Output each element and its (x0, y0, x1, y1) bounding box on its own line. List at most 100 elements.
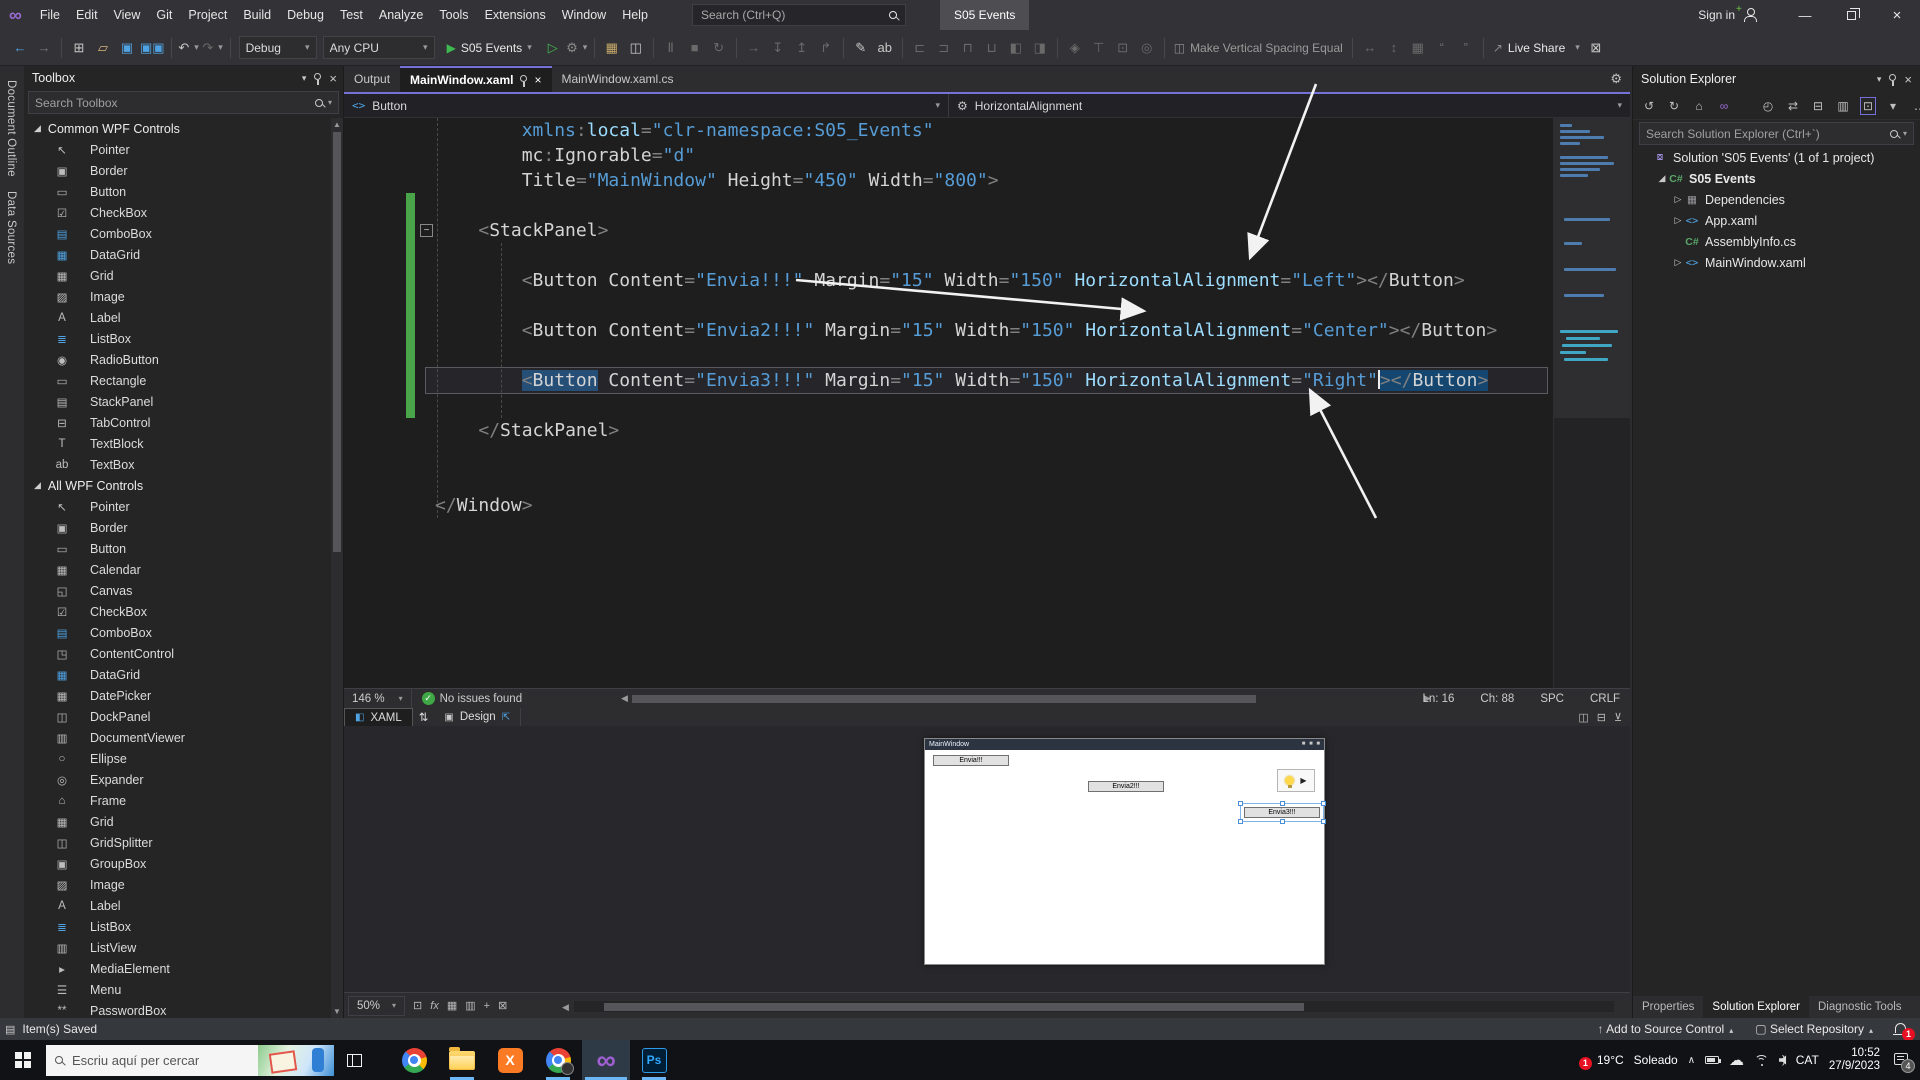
toolbox-item-radiobutton[interactable]: ◉ RadioButton (24, 349, 331, 370)
scroll-left-icon[interactable]: ◀ (621, 693, 628, 704)
solution-toolbar-icon[interactable]: ⊟ (1810, 99, 1826, 113)
toolbar-icon[interactable]: ◈ (1064, 36, 1086, 60)
toolbox-item-frame[interactable]: ⌂ Frame (24, 790, 331, 811)
scrollbar-map[interactable] (1553, 118, 1630, 688)
toolbox-item-label[interactable]: A Label (24, 307, 331, 328)
tree-item-solution-s05-events-1-of-1-project[interactable]: ⧇ Solution 'S05 Events' (1 of 1 project) (1633, 147, 1920, 168)
toolbar-icon[interactable]: ⊐ (933, 36, 955, 60)
menu-test[interactable]: Test (332, 0, 371, 30)
code-editor[interactable]: − xmlns:local="clr-namespace:S05_Events"… (344, 83, 1630, 688)
clock[interactable]: 10:52 27/9/2023 (1829, 1047, 1880, 1074)
code-line[interactable]: xmlns:local="clr-namespace:S05_Events" (435, 118, 934, 143)
code-line[interactable]: </StackPanel> (435, 418, 619, 443)
toolbox-item-gridsplitter[interactable]: ◫ GridSplitter (24, 832, 331, 853)
tab-xaml-view[interactable]: ◧ XAML (344, 708, 413, 726)
language-indicator[interactable]: CAT (1796, 1053, 1819, 1067)
toolbar-icon[interactable]: ◧ (1005, 36, 1027, 60)
toolbar-icon[interactable]: → (33, 36, 55, 60)
toolbox-item-tabcontrol[interactable]: ⊟ TabControl (24, 412, 331, 433)
solution-toolbar-icon[interactable]: ▥ (1835, 99, 1851, 113)
toolbox-item-expander[interactable]: ◎ Expander (24, 769, 331, 790)
toolbox-item-checkbox[interactable]: ☑ CheckBox (24, 202, 331, 223)
taskbar-search-box[interactable]: Escriu aquí per cercar (46, 1044, 334, 1076)
panel-menu-icon[interactable]: ▾ (1877, 74, 1882, 85)
toolbar-icon[interactable]: ⊓ (957, 36, 979, 60)
toolbar-icon[interactable]: ↱ (815, 36, 837, 60)
toolbar-icon[interactable]: ▦ (601, 36, 623, 60)
toolbar-icon[interactable]: ✎ (850, 36, 872, 60)
task-view-button[interactable] (334, 1040, 374, 1080)
swap-panes-icon[interactable]: ⇅ (413, 708, 435, 726)
tool-tab-properties[interactable]: Properties (1633, 996, 1703, 1018)
toolbar-combo-any-cpu[interactable]: Any CPU ▾ (322, 36, 435, 59)
toolbox-item-rectangle[interactable]: ▭ Rectangle (24, 370, 331, 391)
hidden-icons-chevron[interactable]: ∧ (1688, 1055, 1695, 1066)
breadcrumb-element[interactable]: <> Button ▾ (344, 94, 949, 117)
toolbar-icon[interactable]: ▦ (1407, 36, 1429, 60)
menu-git[interactable]: Git (148, 0, 180, 30)
toolbox-item-image[interactable]: ▨ Image (24, 286, 331, 307)
taskbar-app-chrome[interactable] (390, 1040, 438, 1080)
toolbox-item-listview[interactable]: ▥ ListView (24, 937, 331, 958)
tree-item-app-xaml[interactable]: ▷ <> App.xaml (1633, 210, 1920, 231)
close-button[interactable]: × (1874, 0, 1920, 30)
toolbar-icon[interactable]: ⚙ ▾ (566, 36, 588, 60)
solution-toolbar-icon[interactable]: ‥ (1910, 99, 1920, 113)
wifi-icon[interactable] (1754, 1055, 1769, 1066)
start-debug-button[interactable]: ▶ S05 Events ▾ (441, 36, 538, 59)
toolbar-icon[interactable]: ← (9, 36, 31, 60)
restore-button[interactable] (1828, 0, 1874, 30)
taskbar-app-photoshop[interactable]: Ps (630, 1040, 678, 1080)
toolbar-icon[interactable]: ↔ (1359, 36, 1381, 60)
toolbox-item-datagrid[interactable]: ▦ DataGrid (24, 244, 331, 265)
gear-icon[interactable]: ⚙ (1610, 66, 1622, 92)
menu-extensions[interactable]: Extensions (477, 0, 554, 30)
toolbar-icon[interactable]: ▣▣ (140, 36, 165, 60)
toolbar-icon[interactable]: ab (874, 36, 896, 60)
tree-item-assemblyinfo-cs[interactable]: C# AssemblyInfo.cs (1633, 231, 1920, 252)
toolbox-item-checkbox[interactable]: ☑ CheckBox (24, 601, 331, 622)
tab-design-view[interactable]: ▣ Design ⇱ (434, 708, 522, 726)
menu-edit[interactable]: Edit (68, 0, 106, 30)
menu-tools[interactable]: Tools (431, 0, 476, 30)
toolbar-icon[interactable]: ▱ (92, 36, 114, 60)
battery-icon[interactable] (1705, 1056, 1722, 1064)
close-icon[interactable]: × (534, 73, 541, 87)
toolbar-icon[interactable]: ▷ (542, 36, 564, 60)
toolbox-item-listbox[interactable]: ≣ ListBox (24, 916, 331, 937)
toolbox-item-label[interactable]: A Label (24, 895, 331, 916)
toolbox-item-grid[interactable]: ▦ Grid (24, 811, 331, 832)
toolbox-item-stackpanel[interactable]: ▤ StackPanel (24, 391, 331, 412)
toolbar-icon[interactable]: ◨ (1029, 36, 1051, 60)
notifications-bell-button[interactable]: 1 (1893, 1022, 1915, 1041)
code-line[interactable]: mc:Ignorable="d" (435, 143, 695, 168)
tree-item-dependencies[interactable]: ▷ ▦ Dependencies (1633, 189, 1920, 210)
taskbar-app-visual-studio[interactable]: ∞ (582, 1040, 630, 1080)
toolbox-item-border[interactable]: ▣ Border (24, 517, 331, 538)
tree-item-mainwindow-xaml[interactable]: ▷ <> MainWindow.xaml (1633, 252, 1920, 273)
solution-toolbar-icon[interactable]: ∞ (1716, 99, 1732, 113)
toolbox-item-button[interactable]: ▭ Button (24, 181, 331, 202)
tool-tab-diagnostic-tools[interactable]: Diagnostic Tools (1809, 996, 1911, 1018)
tab-data-sources[interactable]: Data Sources (5, 191, 17, 264)
design-hscrollbar[interactable] (574, 1001, 1614, 1012)
tab-mainwindow-xaml-cs[interactable]: MainWindow.xaml.cs (552, 66, 684, 92)
volume-icon[interactable]: ) (1779, 1054, 1787, 1066)
taskbar-app-xampp[interactable]: X (486, 1040, 534, 1080)
toolbox-item-datepicker[interactable]: ▦ DatePicker (24, 685, 331, 706)
collapse-pane-icon[interactable]: ⊻ (1614, 711, 1622, 724)
select-repository-button[interactable]: ▢ Select Repository ▴ (1755, 1022, 1873, 1036)
sign-in-link[interactable]: Sign in (1698, 8, 1735, 22)
toolbar-icon[interactable]: ⊏ (909, 36, 931, 60)
design-zoom-select[interactable]: 50% ▾ (348, 995, 406, 1016)
menu-help[interactable]: Help (614, 0, 656, 30)
solution-toolbar-icon[interactable]: ⌂ (1691, 99, 1707, 113)
toolbox-item-canvas[interactable]: ◱ Canvas (24, 580, 331, 601)
editor-hscrollbar[interactable] (632, 693, 1420, 705)
toolbar-icon[interactable]: ” (1455, 36, 1477, 60)
toolbox-item-combobox[interactable]: ▤ ComboBox (24, 622, 331, 643)
menu-view[interactable]: View (106, 0, 149, 30)
toolbar-icon[interactable]: ▣ (116, 36, 138, 60)
toolbox-scrollbar[interactable]: ▲ ▼ (331, 118, 343, 1018)
tab-mainwindow-xaml[interactable]: MainWindow.xaml × (400, 66, 552, 92)
